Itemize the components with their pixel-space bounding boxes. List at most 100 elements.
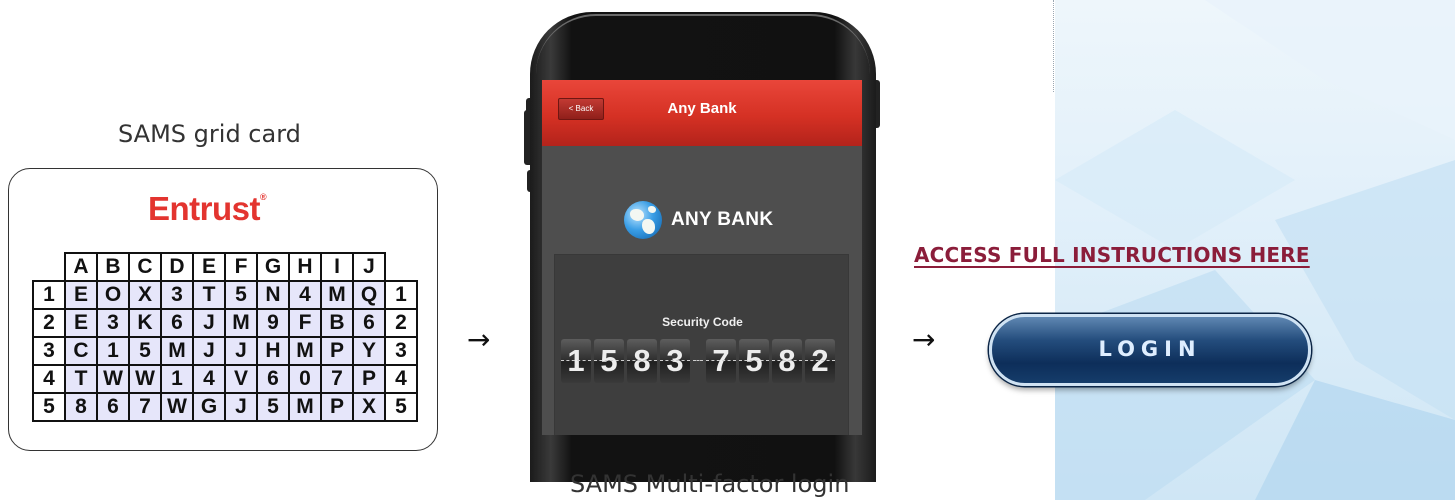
grid-column-header: C xyxy=(128,252,162,282)
grid-cell: E xyxy=(64,280,98,310)
grid-cell: 6 xyxy=(352,308,386,338)
grid-cell: B xyxy=(320,308,354,338)
grid-cell: W xyxy=(128,364,162,394)
grid-row-number: 2 xyxy=(384,308,418,338)
login-button[interactable]: LOGIN xyxy=(989,314,1311,386)
grid-cell: 3 xyxy=(96,308,130,338)
grid-cell: M xyxy=(320,280,354,310)
phone-bezel-shine xyxy=(536,14,870,74)
grid-cell: T xyxy=(192,280,226,310)
registered-mark: ® xyxy=(260,192,267,202)
code-digit: 2 xyxy=(805,339,835,383)
grid-row-number: 1 xyxy=(384,280,418,310)
grid-cell: K xyxy=(128,308,162,338)
arrow-icon: → xyxy=(467,323,491,356)
grid-cell: V xyxy=(224,364,258,394)
security-grid-table: ABCDEFGHIJ1EOX3T5N4MQ12E3K6JM9FB623C15MJ… xyxy=(32,252,418,422)
grid-row-number: 1 xyxy=(32,280,66,310)
grid-column-header: I xyxy=(320,252,354,282)
code-digit: 1 xyxy=(561,339,591,383)
code-separator xyxy=(693,360,703,362)
grid-column-header: F xyxy=(224,252,258,282)
bank-name: ANY BANK xyxy=(671,209,774,230)
app-header: < Back Any Bank xyxy=(542,80,862,146)
code-digit: 5 xyxy=(739,339,769,383)
access-instructions-link[interactable]: ACCESS FULL INSTRUCTIONS HERE xyxy=(914,243,1310,267)
grid-cell: O xyxy=(96,280,130,310)
app-title: Any Bank xyxy=(667,100,737,117)
grid-cell: 3 xyxy=(160,280,194,310)
grid-cell: M xyxy=(288,336,322,366)
grid-cell: J xyxy=(192,308,226,338)
grid-card-caption: SAMS grid card xyxy=(118,120,301,148)
code-digit: 7 xyxy=(706,339,736,383)
grid-cell: 1 xyxy=(160,364,194,394)
grid-cell: Y xyxy=(352,336,386,366)
grid-cell: M xyxy=(224,308,258,338)
grid-cell: H xyxy=(256,336,290,366)
grid-cell: X xyxy=(128,280,162,310)
grid-row-number: 3 xyxy=(384,336,418,366)
grid-cell: J xyxy=(192,336,226,366)
grid-cell: 9 xyxy=(256,308,290,338)
security-code-display: 15837582 xyxy=(561,339,838,383)
grid-column-header: A xyxy=(64,252,98,282)
code-digit: 3 xyxy=(660,339,690,383)
dotted-divider xyxy=(1053,0,1054,92)
grid-cell: 8 xyxy=(64,392,98,422)
grid-row-number: 4 xyxy=(384,364,418,394)
grid-cell: T xyxy=(64,364,98,394)
arrow-icon: → xyxy=(912,323,936,356)
grid-column-header: H xyxy=(288,252,322,282)
grid-column-header: B xyxy=(96,252,130,282)
grid-cell: 6 xyxy=(256,364,290,394)
grid-cell: Q xyxy=(352,280,386,310)
grid-row-number: 3 xyxy=(32,336,66,366)
grid-cell: J xyxy=(224,392,258,422)
grid-column-header: E xyxy=(192,252,226,282)
grid-cell: 6 xyxy=(160,308,194,338)
grid-header-row: ABCDEFGHIJ xyxy=(33,252,417,282)
grid-cell: X xyxy=(352,392,386,422)
grid-cell: 5 xyxy=(128,336,162,366)
grid-cell: C xyxy=(64,336,98,366)
grid-row: 1EOX3T5N4MQ1 xyxy=(32,280,418,310)
grid-row-number: 4 xyxy=(32,364,66,394)
grid-cell: 7 xyxy=(320,364,354,394)
security-code-label: Security Code xyxy=(662,315,743,329)
grid-cell: W xyxy=(160,392,194,422)
grid-cell: G xyxy=(192,392,226,422)
grid-cell: W xyxy=(96,364,130,394)
grid-cell: 5 xyxy=(256,392,290,422)
grid-cell: E xyxy=(64,308,98,338)
grid-row: 3C15MJJHMPY3 xyxy=(32,336,418,366)
phone-screen: < Back Any Bank ANY BANK Security Code 1… xyxy=(542,80,862,435)
grid-corner xyxy=(33,253,65,281)
grid-row: 4TWW14V607P4 xyxy=(32,364,418,394)
code-digit: 8 xyxy=(772,339,802,383)
grid-cell: 0 xyxy=(288,364,322,394)
entrust-logo: Entrust® xyxy=(148,190,267,228)
grid-cell: 4 xyxy=(192,364,226,394)
grid-cell: P xyxy=(352,364,386,394)
grid-cell: 7 xyxy=(128,392,162,422)
phone-caption: SAMS Multi-factor login xyxy=(570,470,850,498)
brand-text: Entrust xyxy=(148,190,261,227)
grid-cell: P xyxy=(320,336,354,366)
grid-row-number: 2 xyxy=(32,308,66,338)
grid-column-header: G xyxy=(256,252,290,282)
grid-cell: M xyxy=(288,392,322,422)
code-digit: 8 xyxy=(627,339,657,383)
code-digit: 5 xyxy=(594,339,624,383)
grid-column-header: J xyxy=(352,252,386,282)
grid-row-number: 5 xyxy=(32,392,66,422)
grid-column-header: D xyxy=(160,252,194,282)
grid-cell: N xyxy=(256,280,290,310)
grid-cell: J xyxy=(224,336,258,366)
grid-row-number: 5 xyxy=(384,392,418,422)
grid-cell: M xyxy=(160,336,194,366)
grid-cell: 1 xyxy=(96,336,130,366)
grid-cell: P xyxy=(320,392,354,422)
grid-row: 5867WGJ5MPX5 xyxy=(32,392,418,422)
security-code-panel: Security Code 15837582 xyxy=(554,254,849,435)
